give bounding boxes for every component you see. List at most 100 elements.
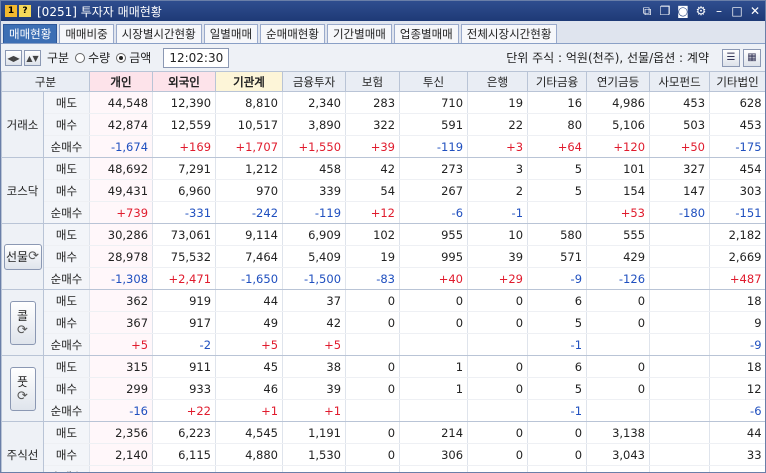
prev-arrow-icon[interactable]: ◀▶ [5, 49, 22, 66]
value-cell: -119 [399, 135, 468, 158]
value-cell: +1 [282, 399, 346, 422]
title-bar-controls: ⧉ ❐ ◙ ⚙ – □ ✕ [641, 5, 761, 17]
help-icon[interactable]: ? [19, 5, 31, 17]
tab-bar: 매매현황 매매비중 시장별시간현황 일별매매 순매매현황 기간별매매 업종별매매 전체시장시간… [1, 21, 765, 44]
column-header[interactable]: 기관계 [215, 71, 284, 92]
app-badge-icon[interactable]: 1 [5, 5, 17, 17]
value-cell: 0 [467, 377, 528, 400]
value-cell: 1,530 [282, 443, 346, 466]
column-header[interactable]: 구분 [1, 71, 91, 92]
tab-7[interactable]: 전체시장시간현황 [460, 24, 558, 43]
gear-icon[interactable]: ⚙ [695, 5, 707, 17]
value-cell: 454 [709, 157, 765, 180]
refresh-icon[interactable]: ⟳ [17, 390, 28, 404]
value-cell: 303 [709, 179, 765, 202]
value-cell: -9 [527, 267, 587, 290]
group-cell[interactable]: 풋 ⟳ [1, 355, 44, 422]
value-cell: 970 [215, 179, 283, 202]
excel-export-icon[interactable]: ▦ [743, 48, 761, 67]
column-header[interactable]: 사모펀드 [649, 71, 711, 92]
value-cell: 0 [586, 355, 650, 378]
value-cell: +1,550 [282, 135, 346, 158]
tab-1[interactable]: 매매비중 [59, 24, 114, 43]
value-cell: 12 [709, 377, 765, 400]
value-cell: +339 [282, 465, 346, 472]
refresh-icon[interactable]: ⟳ [28, 249, 39, 264]
radio-quantity[interactable]: 수량 [75, 49, 110, 66]
column-header[interactable]: 은행 [467, 71, 529, 92]
column-header[interactable]: 기타법인 [709, 71, 765, 92]
radio-amount[interactable]: 금액 [116, 49, 151, 66]
tab-0[interactable]: 매매현황 [3, 24, 58, 43]
refresh-icon[interactable]: ⟳ [17, 324, 28, 338]
radio-quantity-circle-icon[interactable] [75, 52, 86, 63]
tab-4[interactable]: 순매매현황 [260, 24, 325, 43]
radio-quantity-label: 수량 [88, 51, 111, 65]
group-button[interactable]: 풋 ⟳ [9, 366, 36, 411]
list-view-icon[interactable]: ☰ [722, 48, 740, 67]
value-cell: -1 [527, 333, 587, 356]
value-cell: +5 [89, 333, 153, 356]
value-cell: -1,308 [89, 267, 153, 290]
maximize-icon[interactable]: □ [731, 5, 743, 17]
column-header[interactable]: 금융투자 [282, 71, 347, 92]
group-label: 주식선 [6, 447, 39, 462]
close-icon[interactable]: ✕ [749, 5, 761, 17]
value-cell: 367 [89, 311, 153, 334]
row-label: 순매수 [42, 201, 90, 224]
copy-icon[interactable]: ❐ [659, 5, 671, 17]
value-cell [649, 465, 710, 472]
row-label: 매도 [42, 223, 90, 246]
value-cell: 18 [709, 355, 765, 378]
value-cell: 571 [527, 245, 587, 268]
column-header[interactable]: 외국인 [152, 71, 217, 92]
value-cell: 306 [399, 443, 468, 466]
value-cell: 22 [467, 113, 528, 136]
row-label: 매도 [42, 289, 90, 312]
value-cell: +487 [709, 267, 765, 290]
value-cell: -151 [709, 201, 765, 224]
radio-amount-circle-icon[interactable] [116, 52, 127, 63]
row-label: 매수 [42, 179, 90, 202]
column-header[interactable]: 투신 [399, 71, 469, 92]
link-icon[interactable]: ⧉ [641, 5, 653, 17]
row-label: 매수 [42, 311, 90, 334]
row-label: 매도 [42, 91, 90, 114]
tab-5[interactable]: 기간별매매 [326, 24, 392, 43]
value-cell: 45 [215, 355, 283, 378]
value-cell: -180 [649, 201, 710, 224]
tab-6[interactable]: 업종별매매 [393, 24, 459, 43]
value-cell: 48,692 [89, 157, 153, 180]
table-row: 순매수 -16 +22 +1 +1 -1 -6 [2, 399, 765, 422]
value-cell: -119 [282, 201, 346, 224]
group-cell[interactable]: 콜 ⟳ [1, 289, 44, 356]
camera-icon[interactable]: ◙ [677, 5, 689, 17]
value-cell: 10 [467, 223, 528, 246]
column-header[interactable]: 연기금등 [586, 71, 651, 92]
value-cell: 44 [709, 421, 765, 444]
group-button[interactable]: 선물 ⟳ [3, 243, 42, 270]
tab-2[interactable]: 시장별시간현황 [115, 24, 202, 43]
value-cell: 995 [399, 245, 468, 268]
tab-3[interactable]: 일별매매 [203, 24, 259, 43]
group-button[interactable]: 콜 ⟳ [9, 300, 36, 345]
value-cell: 919 [152, 289, 216, 312]
column-header[interactable]: 개인 [89, 71, 154, 92]
value-cell: 362 [89, 289, 153, 312]
value-cell [586, 333, 650, 356]
column-header[interactable]: 보험 [345, 71, 401, 92]
time-field[interactable]: 12:02:30 [163, 47, 230, 68]
row-label: 매수 [42, 113, 90, 136]
minimize-icon[interactable]: – [713, 5, 725, 17]
value-cell: 0 [467, 355, 528, 378]
column-header[interactable]: 기타금융 [527, 71, 588, 92]
title-bar: 1 ? [0251] 투자자 매매현황 ⧉ ❐ ◙ ⚙ – □ ✕ [1, 1, 765, 21]
value-cell: +335 [215, 465, 283, 472]
value-cell: 3,138 [586, 421, 650, 444]
table-row: 매수 299 933 46 39 0 1 0 5 0 12 [2, 377, 765, 400]
table-row: 콜 ⟳ 매도 362 919 44 37 0 0 0 6 0 18 [1, 289, 765, 356]
updown-arrow-icon[interactable]: ▲▼ [24, 49, 41, 66]
value-cell: -6 [709, 399, 765, 422]
group-cell[interactable]: 선물 ⟳ [1, 223, 44, 290]
table-row: 매수 49,431 6,960 970 339 54 267 2 5 154 147 303 [2, 179, 765, 202]
